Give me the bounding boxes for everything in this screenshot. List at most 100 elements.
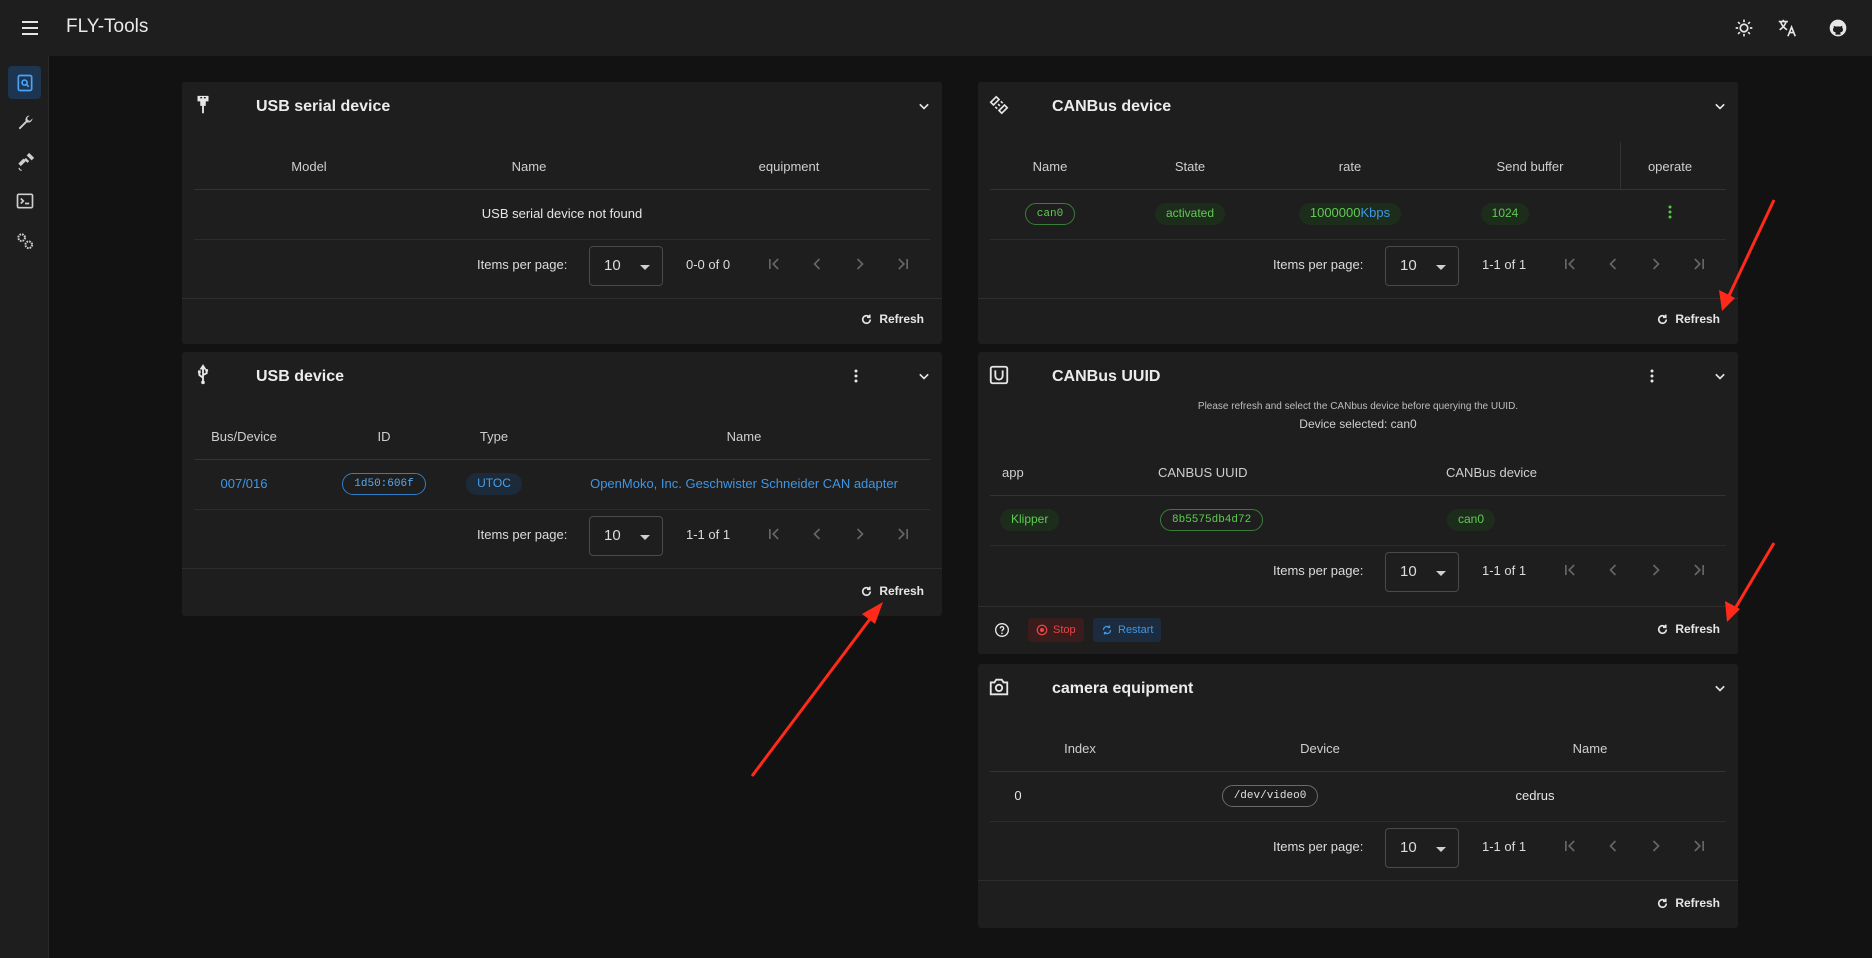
app-chip: Klipper <box>1000 509 1060 531</box>
camera-card: camera equipment Index Device Name 0 /de… <box>978 664 1738 928</box>
type-chip: UTOC <box>466 473 522 495</box>
caret-down-icon <box>1436 847 1446 852</box>
usb-device-header: USB device <box>182 352 942 402</box>
menu-icon[interactable] <box>18 16 42 40</box>
table-row: 007/016 1d50:606f UTOC OpenMoko, Inc. Ge… <box>194 460 930 510</box>
refresh-label: Refresh <box>879 584 924 598</box>
divider <box>182 568 942 569</box>
refresh-button[interactable]: Refresh <box>1656 312 1720 326</box>
chevron-down-icon[interactable] <box>914 366 934 386</box>
next-page-icon[interactable] <box>850 254 870 274</box>
refresh-label: Refresh <box>1675 896 1720 910</box>
satellite-icon[interactable] <box>8 145 41 178</box>
restart-icon <box>1102 625 1112 635</box>
last-page-icon[interactable] <box>1689 836 1709 856</box>
card-title: USB device <box>256 368 345 385</box>
wrench-icon[interactable] <box>8 106 41 139</box>
items-per-page-select[interactable]: 10 <box>589 246 663 286</box>
selected-device-text: Device selected: can0 <box>1299 417 1417 431</box>
last-page-icon[interactable] <box>893 254 913 274</box>
usb-device-card: USB device Bus/Device ID Type Name 007/0… <box>182 352 942 616</box>
refresh-button[interactable]: Refresh <box>860 312 924 326</box>
card-title: CANBus UUID <box>1052 368 1161 385</box>
table-header: Model Name equipment <box>194 142 930 190</box>
first-page-icon[interactable] <box>1560 836 1580 856</box>
github-icon[interactable] <box>1825 15 1851 41</box>
help-icon[interactable] <box>994 622 1010 638</box>
prev-page-icon[interactable] <box>1603 836 1623 856</box>
page-range: 1-1 of 1 <box>686 527 731 542</box>
items-per-page-label: Items per page: <box>1273 257 1364 272</box>
pagination: Items per page: 10 1-1 of 1 <box>194 510 930 560</box>
last-page-icon[interactable] <box>1689 560 1709 580</box>
first-page-icon[interactable] <box>1560 254 1580 274</box>
next-page-icon[interactable] <box>1646 560 1666 580</box>
column-header: Bus/Device <box>211 429 277 444</box>
usb-icon <box>192 364 214 386</box>
prev-page-icon[interactable] <box>807 524 827 544</box>
column-header: Model <box>291 159 327 174</box>
refresh-button[interactable]: Refresh <box>860 584 924 598</box>
column-header: Send buffer <box>1496 159 1564 174</box>
refresh-button[interactable]: Refresh <box>1656 896 1720 910</box>
settings-icon[interactable] <box>8 224 41 257</box>
type-cell: UTOC <box>464 473 524 495</box>
device-search-icon[interactable] <box>8 66 41 99</box>
prev-page-icon[interactable] <box>1603 254 1623 274</box>
next-page-icon[interactable] <box>1646 836 1666 856</box>
items-per-page-label: Items per page: <box>1273 563 1364 578</box>
items-per-page-select[interactable]: 10 <box>1385 246 1459 286</box>
caret-down-icon <box>640 265 650 270</box>
column-header: app <box>1002 465 1024 480</box>
pagination: Items per page: 10 0-0 of 0 <box>194 240 930 290</box>
more-vert-icon[interactable] <box>1642 366 1662 386</box>
terminal-icon[interactable] <box>8 184 41 217</box>
refresh-icon <box>1658 624 1668 634</box>
first-page-icon[interactable] <box>764 524 784 544</box>
first-page-icon[interactable] <box>764 254 784 274</box>
items-per-page-select[interactable]: 10 <box>589 516 663 556</box>
prev-page-icon[interactable] <box>807 254 827 274</box>
rate-chip: 1000000Kbps <box>1298 203 1402 225</box>
table-header: Index Device Name <box>990 724 1726 772</box>
divider <box>978 606 1738 607</box>
name-cell: OpenMoko, Inc. Geschwister Schneider CAN… <box>590 476 898 491</box>
items-per-page-select[interactable]: 10 <box>1385 828 1459 868</box>
app-bar: FLY-Tools <box>0 0 1872 56</box>
restart-button[interactable]: Restart <box>1093 618 1162 642</box>
chevron-down-icon[interactable] <box>1710 96 1730 116</box>
table-row: 0 /dev/video0 cedrus <box>990 772 1726 822</box>
canbus-uuid-header: CANBus UUID <box>978 352 1738 402</box>
refresh-label: Refresh <box>1675 622 1720 636</box>
translate-icon[interactable] <box>1774 15 1800 41</box>
state-cell: activated <box>1140 203 1240 225</box>
refresh-button[interactable]: Refresh <box>1656 622 1720 636</box>
prev-page-icon[interactable] <box>1603 560 1623 580</box>
device-cell: /dev/video0 <box>1210 785 1330 807</box>
next-page-icon[interactable] <box>1646 254 1666 274</box>
column-header: Name <box>726 429 762 444</box>
table-header: Bus/Device ID Type Name <box>194 412 930 460</box>
more-vert-icon[interactable] <box>846 366 866 386</box>
last-page-icon[interactable] <box>893 524 913 544</box>
hint-text: Please refresh and select the CANbus dev… <box>1197 401 1519 412</box>
column-header: equipment <box>758 159 820 174</box>
camera-header: camera equipment <box>978 664 1738 714</box>
operate-menu-icon[interactable] <box>1652 202 1688 225</box>
first-page-icon[interactable] <box>1560 560 1580 580</box>
next-page-icon[interactable] <box>850 524 870 544</box>
refresh-label: Refresh <box>879 312 924 326</box>
refresh-icon <box>862 314 872 324</box>
select-value: 10 <box>604 257 621 274</box>
select-value: 10 <box>1400 257 1417 274</box>
chevron-down-icon[interactable] <box>914 96 934 116</box>
camera-name-cell: cedrus <box>1515 788 1555 803</box>
chevron-down-icon[interactable] <box>1710 678 1730 698</box>
brightness-icon[interactable] <box>1731 15 1757 41</box>
last-page-icon[interactable] <box>1689 254 1709 274</box>
items-per-page-select[interactable]: 10 <box>1385 552 1459 592</box>
annotation-arrow <box>750 602 883 777</box>
device-chip: /dev/video0 <box>1221 785 1319 807</box>
stop-button[interactable]: Stop <box>1028 618 1084 642</box>
chevron-down-icon[interactable] <box>1710 366 1730 386</box>
